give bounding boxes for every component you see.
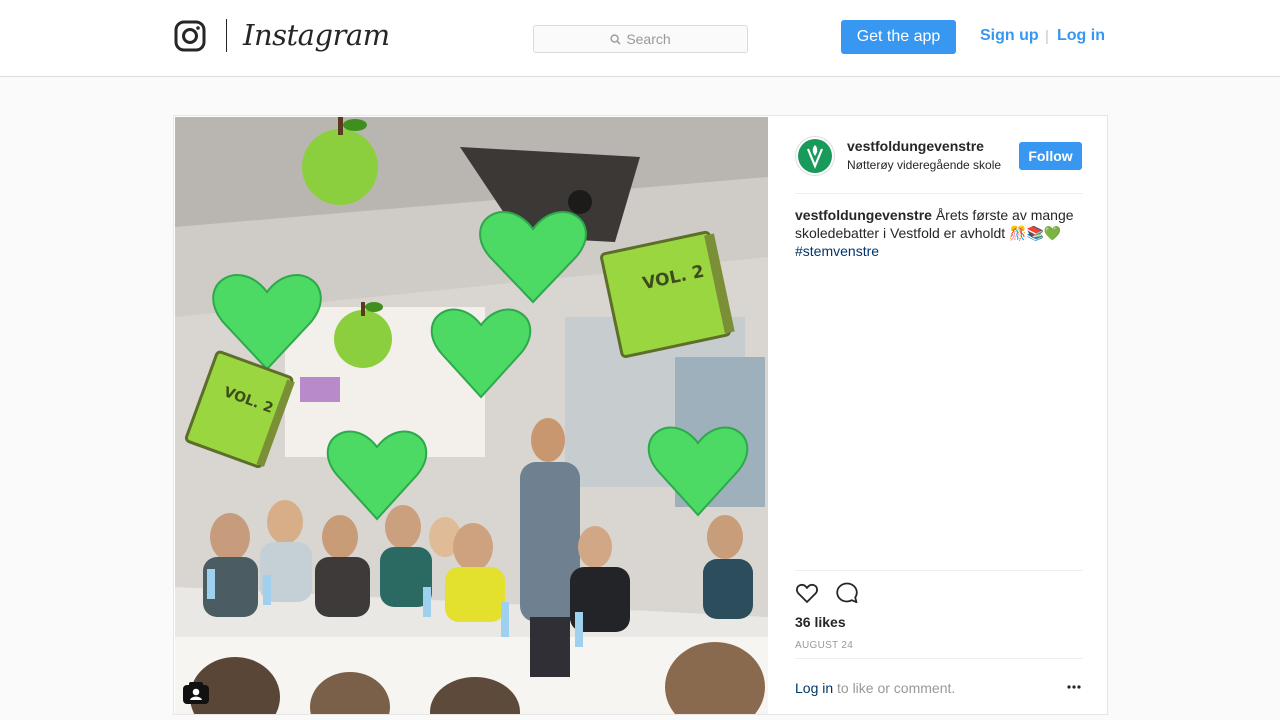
top-navigation-bar: Instagram Search Get the app Sign up | L… (0, 0, 1280, 77)
tagged-people-icon[interactable] (183, 682, 209, 704)
sign-up-link[interactable]: Sign up (980, 27, 1039, 45)
post-date[interactable]: AUGUST 24 (795, 640, 853, 651)
photo-illustration: VOL. 2 VOL. 2 (175, 117, 768, 714)
more-options-icon[interactable] (1067, 685, 1081, 689)
log-in-link[interactable]: Log in (1057, 27, 1105, 45)
hashtag-link[interactable]: #stemvenstre (795, 242, 1083, 260)
avatar[interactable] (795, 136, 835, 176)
heart-outline-icon[interactable] (795, 581, 819, 605)
post-caption: vestfoldungevenstre Årets første av mang… (795, 206, 1083, 260)
caption-username[interactable]: vestfoldungevenstre (795, 207, 932, 223)
post-header: vestfoldungevenstre Nøtterøy videregåend… (795, 116, 1083, 194)
search-input[interactable]: Search (533, 25, 748, 53)
post-card: VOL. 2 VOL. 2 vestfoldungevenstre Nøtter… (173, 115, 1108, 715)
post-sidebar: vestfoldungevenstre Nøtterøy videregåend… (771, 116, 1108, 714)
post-username[interactable]: vestfoldungevenstre (847, 138, 984, 154)
comment-icon[interactable] (835, 581, 859, 605)
action-icons (795, 581, 895, 607)
follow-button[interactable]: Follow (1019, 142, 1082, 170)
post-location[interactable]: Nøtterøy videregående skole (847, 158, 1007, 172)
auth-separator: | (1045, 28, 1049, 45)
log-in-to-comment-link[interactable]: Log in (795, 680, 833, 696)
post-footer: Log in to like or comment. (795, 658, 1083, 714)
search-icon (610, 33, 621, 45)
likes-count[interactable]: 36 likes (795, 614, 846, 630)
search-placeholder: Search (626, 31, 671, 47)
login-prompt-text: to like or comment. (837, 680, 956, 696)
post-photo[interactable]: VOL. 2 VOL. 2 (175, 117, 768, 714)
logo-divider (226, 19, 227, 52)
get-the-app-button[interactable]: Get the app (841, 20, 956, 54)
instagram-wordmark-logo[interactable]: Instagram (243, 15, 390, 55)
post-actions: 36 likes AUGUST 24 (795, 570, 1083, 651)
instagram-glyph-icon[interactable] (174, 20, 206, 52)
